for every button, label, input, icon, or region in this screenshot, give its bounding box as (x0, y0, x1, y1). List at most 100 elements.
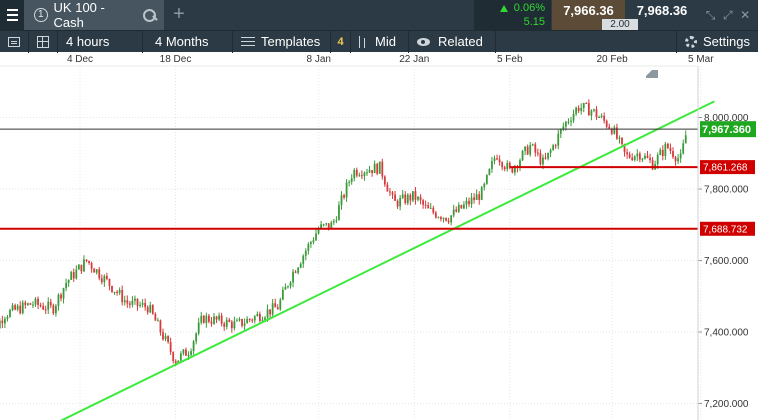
instrument-tab[interactable]: 1 UK 100 - Cash (24, 0, 164, 30)
candle-body (77, 264, 80, 270)
candle-body (565, 121, 567, 127)
candle-body (88, 260, 90, 263)
candle-body (437, 217, 440, 219)
gear-icon (685, 35, 697, 48)
candle-body (636, 153, 639, 157)
x-axis-label: 5 Mar (688, 54, 714, 65)
candle-body (664, 143, 667, 156)
candle-body (608, 126, 611, 129)
layout-button[interactable] (29, 30, 58, 53)
candle-body (310, 242, 312, 244)
current-price-label: 7,967.360 (702, 124, 751, 136)
close-icon[interactable]: ✕ (740, 8, 750, 22)
candle-body (251, 319, 254, 321)
candle-body (241, 318, 243, 326)
settings-label: Settings (703, 34, 750, 49)
chart-list-button[interactable] (0, 30, 29, 53)
candle-body (131, 300, 134, 305)
sell-price-button[interactable]: 7,966.36 2.00 (552, 0, 638, 30)
candle-body (350, 178, 353, 182)
candle-body (144, 302, 147, 308)
candle-body (128, 303, 131, 305)
chart-toolbar: 4 hours 4 Months Templates 4 Mid Related… (0, 30, 758, 53)
candle-body (236, 320, 238, 322)
candle-body (151, 305, 154, 314)
time-marker-icon (646, 70, 658, 78)
related-button[interactable]: Related (409, 30, 496, 53)
top-bar: 1 UK 100 - Cash + 0.06% 5.15 7,966.36 2.… (0, 0, 758, 30)
price-type-selector[interactable]: Mid (351, 30, 409, 53)
candle-body (146, 307, 149, 313)
candle-body (253, 316, 256, 321)
templates-button[interactable]: Templates (233, 30, 331, 53)
candle-body (49, 301, 52, 306)
candle-body (4, 318, 6, 324)
candle-body (580, 107, 583, 111)
candle-body (279, 299, 282, 310)
candle-body (332, 220, 335, 223)
x-axis-label: 4 Dec (67, 54, 93, 65)
candle-body (394, 194, 396, 201)
range-selector[interactable]: 4 Months (143, 30, 233, 53)
candle-body (496, 158, 498, 160)
candle-body (83, 259, 85, 272)
up-arrow-icon (500, 5, 508, 12)
candle-body (511, 167, 514, 173)
detach-icon[interactable]: ⤡ (706, 8, 716, 23)
candle-body (631, 157, 634, 160)
candle-body (139, 304, 141, 306)
candle-body (210, 321, 213, 324)
candle-body (412, 191, 414, 201)
candle-body (312, 240, 315, 243)
candle-body (409, 194, 412, 201)
candle-body (65, 282, 67, 289)
candle-body (672, 150, 674, 158)
candle-body (276, 307, 279, 310)
interval-selector[interactable]: 4 hours (58, 30, 143, 53)
candle-body (106, 275, 108, 279)
candle-body (598, 116, 600, 118)
candle-body (123, 300, 126, 303)
candle-body (383, 176, 386, 185)
candle-body (164, 336, 167, 340)
search-icon[interactable] (142, 8, 157, 23)
candle-body (661, 149, 664, 156)
candle-body (90, 262, 93, 269)
chart-canvas[interactable]: 4 Dec 18 Dec 8 Jan 22 Jan 5 Feb 20 Feb 5 Mar8,… (0, 52, 758, 420)
instrument-name: UK 100 - Cash (53, 0, 105, 30)
candle-body (57, 294, 60, 306)
candle-body (557, 133, 560, 146)
candle-body (473, 197, 475, 200)
candle-body (16, 305, 19, 310)
add-tab-button[interactable]: + (164, 0, 194, 30)
hamburger-icon[interactable] (0, 0, 24, 30)
settings-button[interactable]: Settings (676, 30, 758, 53)
candle-body (521, 150, 524, 161)
candle-body (457, 204, 460, 212)
candle-body (450, 215, 453, 223)
candle-body (600, 115, 603, 117)
candle-body (506, 162, 509, 170)
candle-body (587, 103, 590, 116)
candle-body (42, 306, 45, 310)
candle-body (52, 305, 55, 314)
candle-body (470, 197, 473, 205)
expand-icon[interactable]: ⤢ (723, 8, 733, 23)
price-chart[interactable]: 4 Dec 18 Dec 8 Jan 22 Jan 5 Feb 20 Feb 5 Mar 8,… (0, 52, 758, 420)
candle-body (182, 349, 185, 354)
buy-price: 7,968.36 (636, 3, 688, 18)
candle-body (544, 157, 547, 159)
candle-body (169, 342, 172, 353)
candle-body (80, 264, 83, 272)
candle-body (95, 269, 98, 273)
candle-body (200, 315, 203, 323)
interval-label: 4 hours (66, 34, 110, 49)
candle-body (1, 320, 4, 324)
candle-body (179, 353, 182, 361)
candle-body (269, 309, 271, 315)
candle-body (343, 195, 345, 198)
candle-body (34, 298, 37, 305)
candle-body (26, 303, 29, 305)
y-axis-label: 7,400.000 (704, 328, 749, 339)
candle-body (307, 243, 310, 251)
